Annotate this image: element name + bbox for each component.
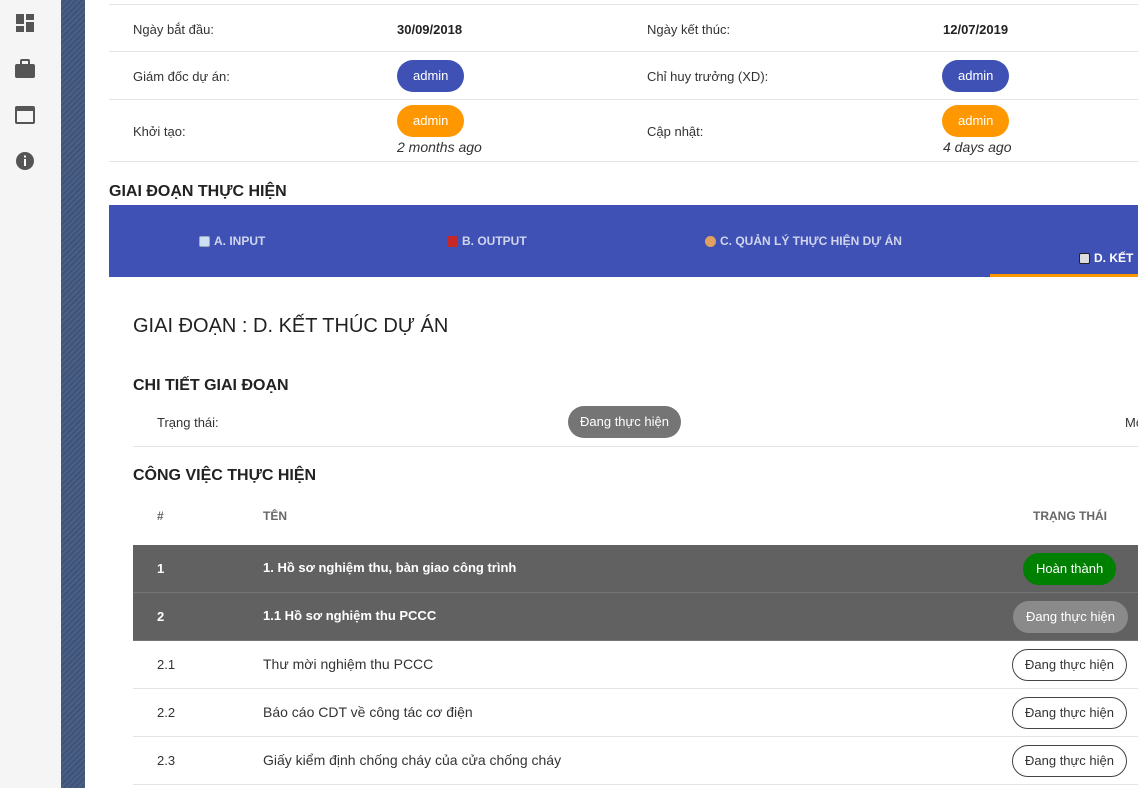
row-number: 2.1 <box>157 657 176 672</box>
updated-by-chip[interactable]: admin <box>942 105 1010 137</box>
phase-detail-title: CHI TIẾT GIAI ĐOẠN <box>133 377 289 394</box>
dashboard-icon[interactable] <box>14 12 36 34</box>
start-date-label: Ngày bắt đầu: <box>133 22 214 37</box>
tab-closing-label: D. KẾT <box>1094 251 1134 265</box>
commander-label: Chỉ huy trưởng (XD): <box>647 69 769 84</box>
tab-output[interactable]: B. OUTPUT <box>447 234 527 248</box>
row-number: 2.2 <box>157 705 176 720</box>
briefcase-icon[interactable] <box>14 58 36 80</box>
info-row-dates: Ngày bắt đầu: 30/09/2018 Ngày kết thúc: … <box>109 4 1138 52</box>
tab-output-label: B. OUTPUT <box>462 234 527 248</box>
commander-chip[interactable]: admin <box>942 60 1010 92</box>
row-name: Báo cáo CDT về công tác cơ điện <box>263 704 473 720</box>
row-name: Thư mời nghiệm thu PCCC <box>263 656 434 672</box>
active-tab-indicator <box>990 274 1138 277</box>
table-row[interactable]: 2.3 Giấy kiểm định chống cháy của cửa ch… <box>133 737 1138 785</box>
tab-closing[interactable]: D. KẾT <box>1079 251 1133 265</box>
info-row-audit: Khởi tạo: admin 2 months ago Cập nhật: a… <box>109 100 1138 162</box>
table-row[interactable]: 2.1 Thư mời nghiệm thu PCCC Đang thực hi… <box>133 641 1138 689</box>
runner-icon <box>705 235 716 247</box>
row-number: 2.3 <box>157 753 176 768</box>
column-status[interactable]: TRẠNG THÁI <box>1033 509 1107 523</box>
updated-label: Cập nhật: <box>647 124 704 139</box>
table-row[interactable]: 1 1. Hồ sơ nghiệm thu, bàn giao công trì… <box>133 545 1138 593</box>
table-row[interactable]: 2.2 Báo cáo CDT về công tác cơ điện Đang… <box>133 689 1138 737</box>
main-content: Ngày bắt đầu: 30/09/2018 Ngày kết thúc: … <box>109 0 1138 788</box>
table-row[interactable]: 2 1.1 Hồ sơ nghiệm thu PCCC Đang thực hi… <box>133 593 1138 641</box>
director-label: Giám đốc dự án: <box>133 69 230 84</box>
column-number[interactable]: # <box>157 509 164 523</box>
sidebar <box>0 0 61 788</box>
phase-description-label: Mô <box>1125 415 1138 430</box>
tab-management[interactable]: C. QUẢN LÝ THỰC HIỆN DỰ ÁN <box>705 234 902 248</box>
row-number: 1 <box>157 561 165 576</box>
phase-heading: GIAI ĐOẠN : D. KẾT THÚC DỰ ÁN <box>133 315 449 337</box>
tab-input-label: A. INPUT <box>214 234 266 248</box>
end-date-value: 12/07/2019 <box>943 22 1009 37</box>
phase-status-row: Trạng thái: Đang thực hiện Mô <box>133 398 1138 447</box>
status-badge[interactable]: Đang thực hiện <box>1013 601 1128 633</box>
tasks-title: CÔNG VIỆC THỰC HIỆN <box>133 467 317 484</box>
column-name[interactable]: TÊN <box>263 509 287 523</box>
row-name: 1.1 Hồ sơ nghiệm thu PCCC <box>263 608 437 623</box>
status-badge[interactable]: Đang thực hiện <box>1012 697 1127 729</box>
phase-tabs: A. INPUT B. OUTPUT C. QUẢN LÝ THỰC HIỆN … <box>109 205 1138 277</box>
window-icon[interactable] <box>14 104 36 126</box>
phase-status-label: Trạng thái: <box>157 415 219 430</box>
end-date-label: Ngày kết thúc: <box>647 22 731 37</box>
sidebar-divider-strip <box>61 0 85 788</box>
row-number: 2 <box>157 609 165 624</box>
status-badge[interactable]: Hoàn thành <box>1023 553 1117 585</box>
updated-ago: 4 days ago <box>943 139 1012 155</box>
info-icon[interactable] <box>14 150 36 172</box>
phases-title: GIAI ĐOẠN THỰC HIỆN <box>109 183 287 200</box>
created-by-chip[interactable]: admin <box>397 105 465 137</box>
start-date-value: 30/09/2018 <box>397 22 463 37</box>
status-badge[interactable]: Đang thực hiện <box>1012 745 1127 777</box>
director-chip[interactable]: admin <box>397 60 465 92</box>
flag-icon <box>1079 252 1090 264</box>
created-ago: 2 months ago <box>397 139 482 155</box>
phase-status-badge: Đang thực hiện <box>568 406 681 438</box>
row-name: Giấy kiểm định chống cháy của cửa chống … <box>263 752 562 768</box>
info-row-managers: Giám đốc dự án: admin Chỉ huy trưởng (XD… <box>109 52 1138 100</box>
tab-management-label: C. QUẢN LÝ THỰC HIỆN DỰ ÁN <box>720 234 902 248</box>
red-book-icon <box>447 235 458 247</box>
tab-input[interactable]: A. INPUT <box>199 234 265 248</box>
created-label: Khởi tạo: <box>133 124 186 139</box>
book-icon <box>199 235 210 247</box>
row-name: 1. Hồ sơ nghiệm thu, bàn giao công trình <box>263 560 517 575</box>
status-badge[interactable]: Đang thực hiện <box>1012 649 1127 681</box>
